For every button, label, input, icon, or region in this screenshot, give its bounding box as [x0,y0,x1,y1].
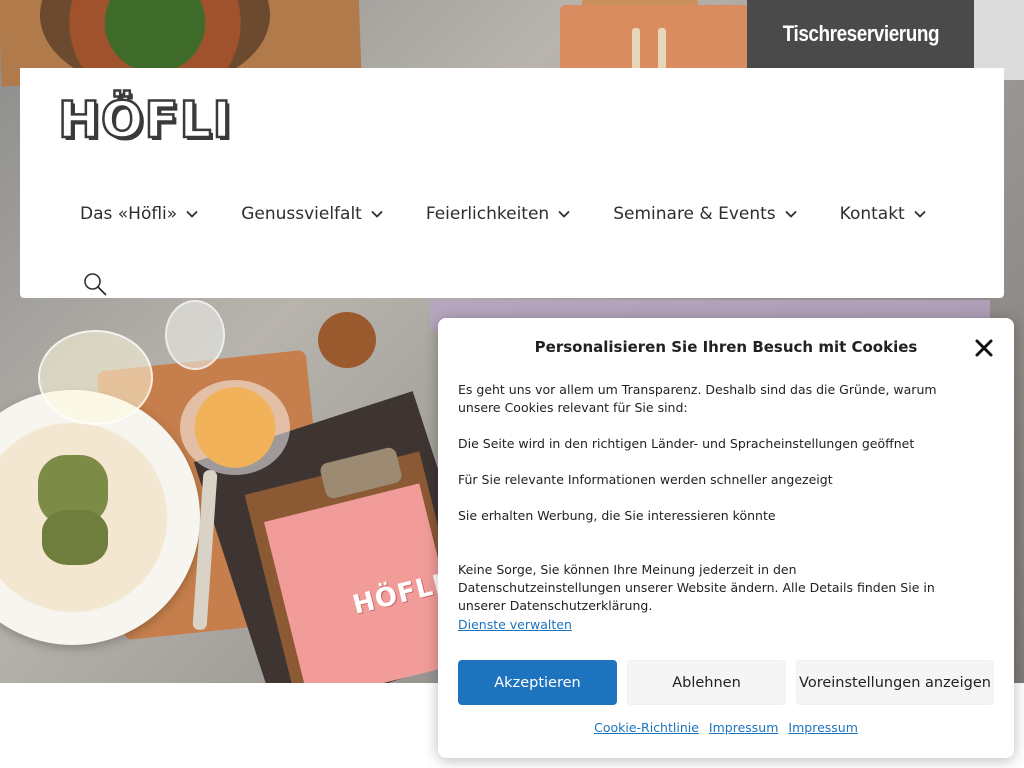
preferences-button[interactable]: Voreinstellungen anzeigen [796,660,994,705]
nav-item-label: Seminare & Events [613,204,776,224]
nav-item-genussvielfalt[interactable]: Genussvielfalt [241,204,384,224]
food [42,510,108,565]
main-nav: Das «Höfli» Genussvielfalt Feierlichkeit… [80,204,969,224]
beer-glass [180,380,290,475]
cookie-note: Keine Sorge, Sie können Ihre Meinung jed… [458,562,935,613]
chevron-down-icon [558,210,570,218]
accept-button[interactable]: Akzeptieren [458,660,617,705]
chevron-down-icon [371,210,383,218]
reservation-label: Tischreservierung [782,21,939,46]
wine-glass [38,330,153,425]
manage-services-link[interactable]: Dienste verwalten [458,617,572,632]
site-header: HÖFLI Das «Höfli» Genussvielfalt Feierli… [20,68,1004,298]
chevron-down-icon [785,210,797,218]
chevron-down-icon [914,210,926,218]
cookie-reason: Sie erhalten Werbung, die Sie interessie… [458,508,776,523]
cookie-consent-dialog: Personalisieren Sie Ihren Besuch mit Coo… [438,318,1014,758]
reservation-button[interactable]: Tischreservierung [747,0,974,68]
search-icon[interactable] [82,271,108,297]
nav-item-seminare-events[interactable]: Seminare & Events [613,204,797,224]
imprint-link[interactable]: Impressum [788,720,857,735]
cookie-dialog-body: Es geht uns vor allem um Transparenz. De… [458,381,948,633]
nav-item-label: Genussvielfalt [241,204,362,224]
imprint-link[interactable]: Impressum [709,720,778,735]
deny-button[interactable]: Ablehnen [627,660,786,705]
nav-item-label: Kontakt [839,204,905,224]
nav-item-label: Das «Höfli» [80,204,178,224]
logo[interactable]: HÖFLI [57,91,232,150]
nav-item-kontakt[interactable]: Kontakt [840,204,927,224]
cookie-footer-links: Cookie-Richtlinie Impressum Impressum [438,720,1014,735]
cookie-dialog-title: Personalisieren Sie Ihren Besuch mit Coo… [534,338,918,356]
cookie-intro: Es geht uns vor allem um Transparenz. De… [458,382,937,415]
cookie-policy-link[interactable]: Cookie-Richtlinie [594,720,699,735]
pepper-mill [318,312,376,368]
nav-item-das-hoefli[interactable]: Das «Höfli» [80,204,199,224]
bottle [165,300,225,370]
nav-item-feierlichkeiten[interactable]: Feierlichkeiten [426,204,571,224]
cookie-reason: Für Sie relevante Informationen werden s… [458,472,833,487]
nav-item-label: Feierlichkeiten [425,204,550,224]
cookie-reason: Die Seite wird in den richtigen Länder- … [458,436,915,451]
chevron-down-icon [186,210,198,218]
close-icon[interactable] [974,338,994,358]
